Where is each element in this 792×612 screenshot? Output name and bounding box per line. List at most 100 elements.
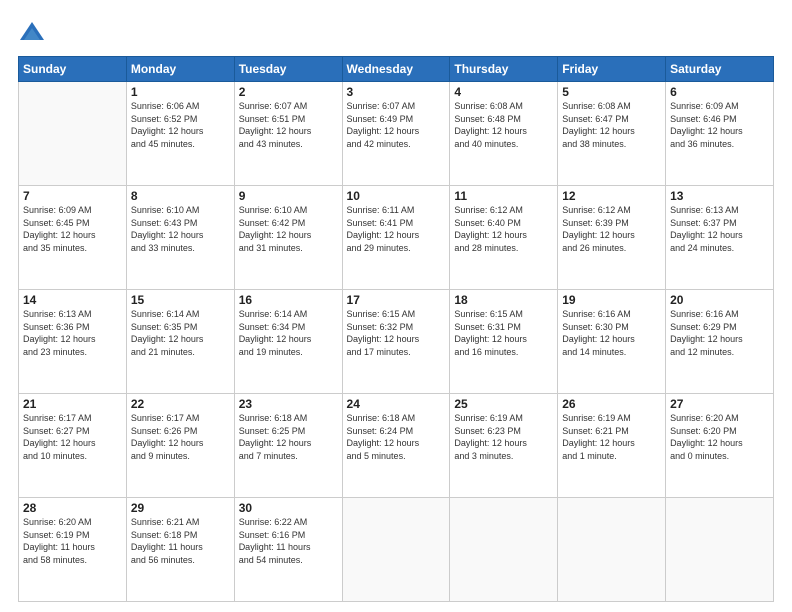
day-number: 25 <box>454 397 553 411</box>
calendar-cell: 9Sunrise: 6:10 AM Sunset: 6:42 PM Daylig… <box>234 186 342 290</box>
calendar-cell: 2Sunrise: 6:07 AM Sunset: 6:51 PM Daylig… <box>234 82 342 186</box>
day-info: Sunrise: 6:07 AM Sunset: 6:49 PM Dayligh… <box>347 100 446 150</box>
calendar-cell: 30Sunrise: 6:22 AM Sunset: 6:16 PM Dayli… <box>234 498 342 602</box>
week-row-2: 7Sunrise: 6:09 AM Sunset: 6:45 PM Daylig… <box>19 186 774 290</box>
day-info: Sunrise: 6:15 AM Sunset: 6:31 PM Dayligh… <box>454 308 553 358</box>
day-number: 1 <box>131 85 230 99</box>
day-info: Sunrise: 6:17 AM Sunset: 6:27 PM Dayligh… <box>23 412 122 462</box>
day-info: Sunrise: 6:14 AM Sunset: 6:35 PM Dayligh… <box>131 308 230 358</box>
day-number: 19 <box>562 293 661 307</box>
calendar-cell: 13Sunrise: 6:13 AM Sunset: 6:37 PM Dayli… <box>666 186 774 290</box>
day-number: 26 <box>562 397 661 411</box>
calendar-cell: 19Sunrise: 6:16 AM Sunset: 6:30 PM Dayli… <box>558 290 666 394</box>
calendar-cell: 4Sunrise: 6:08 AM Sunset: 6:48 PM Daylig… <box>450 82 558 186</box>
day-info: Sunrise: 6:19 AM Sunset: 6:23 PM Dayligh… <box>454 412 553 462</box>
day-number: 18 <box>454 293 553 307</box>
calendar-cell: 8Sunrise: 6:10 AM Sunset: 6:43 PM Daylig… <box>126 186 234 290</box>
header <box>18 18 774 46</box>
day-number: 27 <box>670 397 769 411</box>
calendar-cell: 24Sunrise: 6:18 AM Sunset: 6:24 PM Dayli… <box>342 394 450 498</box>
day-info: Sunrise: 6:09 AM Sunset: 6:45 PM Dayligh… <box>23 204 122 254</box>
calendar-cell: 17Sunrise: 6:15 AM Sunset: 6:32 PM Dayli… <box>342 290 450 394</box>
day-number: 12 <box>562 189 661 203</box>
day-number: 14 <box>23 293 122 307</box>
calendar-cell: 7Sunrise: 6:09 AM Sunset: 6:45 PM Daylig… <box>19 186 127 290</box>
day-number: 29 <box>131 501 230 515</box>
calendar-cell: 26Sunrise: 6:19 AM Sunset: 6:21 PM Dayli… <box>558 394 666 498</box>
day-info: Sunrise: 6:12 AM Sunset: 6:40 PM Dayligh… <box>454 204 553 254</box>
day-number: 22 <box>131 397 230 411</box>
calendar-cell: 18Sunrise: 6:15 AM Sunset: 6:31 PM Dayli… <box>450 290 558 394</box>
day-info: Sunrise: 6:07 AM Sunset: 6:51 PM Dayligh… <box>239 100 338 150</box>
day-number: 13 <box>670 189 769 203</box>
logo <box>18 18 50 46</box>
day-info: Sunrise: 6:16 AM Sunset: 6:29 PM Dayligh… <box>670 308 769 358</box>
calendar-cell: 29Sunrise: 6:21 AM Sunset: 6:18 PM Dayli… <box>126 498 234 602</box>
calendar-cell: 3Sunrise: 6:07 AM Sunset: 6:49 PM Daylig… <box>342 82 450 186</box>
calendar-cell: 1Sunrise: 6:06 AM Sunset: 6:52 PM Daylig… <box>126 82 234 186</box>
day-info: Sunrise: 6:10 AM Sunset: 6:43 PM Dayligh… <box>131 204 230 254</box>
day-number: 28 <box>23 501 122 515</box>
calendar-cell: 15Sunrise: 6:14 AM Sunset: 6:35 PM Dayli… <box>126 290 234 394</box>
day-info: Sunrise: 6:18 AM Sunset: 6:24 PM Dayligh… <box>347 412 446 462</box>
day-info: Sunrise: 6:13 AM Sunset: 6:36 PM Dayligh… <box>23 308 122 358</box>
day-number: 7 <box>23 189 122 203</box>
day-info: Sunrise: 6:09 AM Sunset: 6:46 PM Dayligh… <box>670 100 769 150</box>
day-number: 3 <box>347 85 446 99</box>
calendar: SundayMondayTuesdayWednesdayThursdayFrid… <box>18 56 774 602</box>
calendar-cell: 23Sunrise: 6:18 AM Sunset: 6:25 PM Dayli… <box>234 394 342 498</box>
calendar-cell: 20Sunrise: 6:16 AM Sunset: 6:29 PM Dayli… <box>666 290 774 394</box>
header-row: SundayMondayTuesdayWednesdayThursdayFrid… <box>19 57 774 82</box>
calendar-cell <box>342 498 450 602</box>
day-info: Sunrise: 6:17 AM Sunset: 6:26 PM Dayligh… <box>131 412 230 462</box>
calendar-cell <box>450 498 558 602</box>
day-number: 24 <box>347 397 446 411</box>
calendar-cell: 12Sunrise: 6:12 AM Sunset: 6:39 PM Dayli… <box>558 186 666 290</box>
day-number: 16 <box>239 293 338 307</box>
day-info: Sunrise: 6:22 AM Sunset: 6:16 PM Dayligh… <box>239 516 338 566</box>
day-number: 6 <box>670 85 769 99</box>
week-row-1: 1Sunrise: 6:06 AM Sunset: 6:52 PM Daylig… <box>19 82 774 186</box>
day-number: 30 <box>239 501 338 515</box>
calendar-cell <box>666 498 774 602</box>
week-row-4: 21Sunrise: 6:17 AM Sunset: 6:27 PM Dayli… <box>19 394 774 498</box>
calendar-cell: 27Sunrise: 6:20 AM Sunset: 6:20 PM Dayli… <box>666 394 774 498</box>
day-number: 11 <box>454 189 553 203</box>
day-info: Sunrise: 6:19 AM Sunset: 6:21 PM Dayligh… <box>562 412 661 462</box>
calendar-cell: 16Sunrise: 6:14 AM Sunset: 6:34 PM Dayli… <box>234 290 342 394</box>
day-info: Sunrise: 6:10 AM Sunset: 6:42 PM Dayligh… <box>239 204 338 254</box>
calendar-cell: 11Sunrise: 6:12 AM Sunset: 6:40 PM Dayli… <box>450 186 558 290</box>
day-info: Sunrise: 6:08 AM Sunset: 6:48 PM Dayligh… <box>454 100 553 150</box>
day-info: Sunrise: 6:12 AM Sunset: 6:39 PM Dayligh… <box>562 204 661 254</box>
day-number: 5 <box>562 85 661 99</box>
calendar-cell: 6Sunrise: 6:09 AM Sunset: 6:46 PM Daylig… <box>666 82 774 186</box>
calendar-cell: 25Sunrise: 6:19 AM Sunset: 6:23 PM Dayli… <box>450 394 558 498</box>
day-header-monday: Monday <box>126 57 234 82</box>
day-header-sunday: Sunday <box>19 57 127 82</box>
calendar-cell: 5Sunrise: 6:08 AM Sunset: 6:47 PM Daylig… <box>558 82 666 186</box>
day-header-wednesday: Wednesday <box>342 57 450 82</box>
day-info: Sunrise: 6:11 AM Sunset: 6:41 PM Dayligh… <box>347 204 446 254</box>
logo-icon <box>18 18 46 46</box>
week-row-3: 14Sunrise: 6:13 AM Sunset: 6:36 PM Dayli… <box>19 290 774 394</box>
day-header-saturday: Saturday <box>666 57 774 82</box>
day-number: 4 <box>454 85 553 99</box>
day-number: 17 <box>347 293 446 307</box>
day-info: Sunrise: 6:18 AM Sunset: 6:25 PM Dayligh… <box>239 412 338 462</box>
page: SundayMondayTuesdayWednesdayThursdayFrid… <box>0 0 792 612</box>
day-header-thursday: Thursday <box>450 57 558 82</box>
day-number: 10 <box>347 189 446 203</box>
day-info: Sunrise: 6:15 AM Sunset: 6:32 PM Dayligh… <box>347 308 446 358</box>
day-number: 9 <box>239 189 338 203</box>
calendar-cell: 21Sunrise: 6:17 AM Sunset: 6:27 PM Dayli… <box>19 394 127 498</box>
week-row-5: 28Sunrise: 6:20 AM Sunset: 6:19 PM Dayli… <box>19 498 774 602</box>
calendar-cell <box>558 498 666 602</box>
day-info: Sunrise: 6:14 AM Sunset: 6:34 PM Dayligh… <box>239 308 338 358</box>
calendar-cell: 28Sunrise: 6:20 AM Sunset: 6:19 PM Dayli… <box>19 498 127 602</box>
day-info: Sunrise: 6:21 AM Sunset: 6:18 PM Dayligh… <box>131 516 230 566</box>
day-info: Sunrise: 6:20 AM Sunset: 6:20 PM Dayligh… <box>670 412 769 462</box>
day-number: 20 <box>670 293 769 307</box>
day-header-tuesday: Tuesday <box>234 57 342 82</box>
calendar-cell: 14Sunrise: 6:13 AM Sunset: 6:36 PM Dayli… <box>19 290 127 394</box>
day-info: Sunrise: 6:06 AM Sunset: 6:52 PM Dayligh… <box>131 100 230 150</box>
